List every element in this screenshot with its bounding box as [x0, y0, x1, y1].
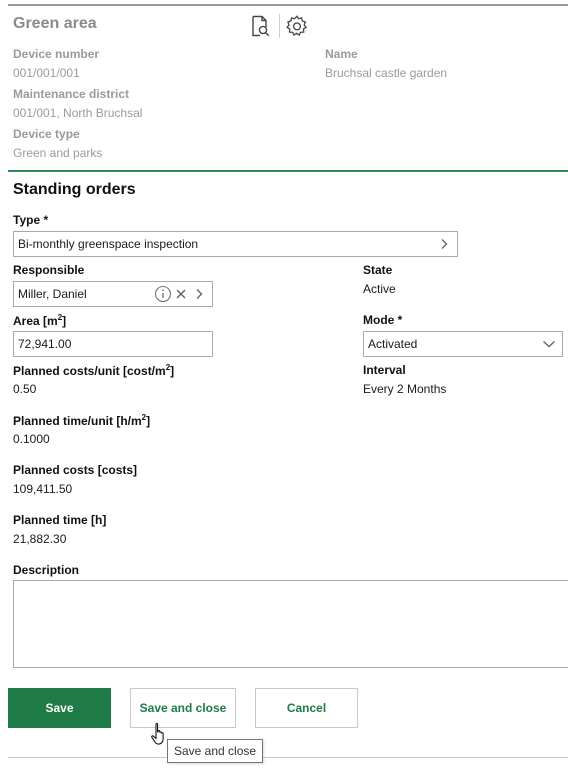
- chevron-right-icon[interactable]: [190, 285, 208, 303]
- type-label: Type *: [13, 213, 49, 227]
- area-value: 72,941.00: [18, 337, 72, 351]
- mode-select[interactable]: Activated: [363, 331, 563, 357]
- state-label: State: [363, 263, 393, 277]
- type-field[interactable]: Bi-monthly greenspace inspection: [13, 231, 458, 257]
- description-label: Description: [13, 563, 80, 577]
- responsible-value: Miller, Daniel: [18, 287, 87, 301]
- district-label: Maintenance district: [13, 87, 130, 101]
- name-value: Bruchsal castle garden: [325, 66, 448, 80]
- name-label: Name: [325, 47, 358, 61]
- hand-cursor-icon: [150, 722, 170, 746]
- tooltip: Save and close: [167, 739, 264, 763]
- info-icon[interactable]: [154, 285, 172, 303]
- state-value: Active: [363, 282, 396, 296]
- planned-costs-value: 109,411.50: [13, 482, 73, 496]
- interval-label: Interval: [363, 363, 406, 377]
- bottom-divider: [8, 757, 568, 758]
- responsible-field[interactable]: Miller, Daniel: [13, 281, 213, 307]
- document-search-icon[interactable]: [247, 13, 273, 39]
- mode-label: Mode *: [363, 313, 403, 327]
- area-label: Area [m2]: [13, 313, 67, 328]
- cancel-button[interactable]: Cancel: [255, 688, 358, 728]
- section-divider: [8, 170, 568, 172]
- page-title: Green area: [13, 15, 97, 32]
- clear-icon[interactable]: [172, 285, 190, 303]
- planned-time-label: Planned time [h]: [13, 513, 107, 527]
- header-toolbar: [247, 13, 310, 39]
- device-type-value: Green and parks: [13, 146, 103, 160]
- type-value: Bi-monthly greenspace inspection: [18, 237, 199, 251]
- chevron-down-icon[interactable]: [540, 335, 558, 353]
- planned-costs-unit-label: Planned costs/unit [cost/m2]: [13, 363, 175, 378]
- save-and-close-button[interactable]: Save and close: [130, 688, 236, 728]
- chevron-right-icon[interactable]: [435, 235, 453, 253]
- gear-icon[interactable]: [284, 13, 310, 39]
- device-number-value: 001/001/001: [13, 66, 80, 80]
- section-title: Standing orders: [13, 181, 136, 198]
- planned-costs-unit-value: 0.50: [13, 382, 37, 396]
- save-button[interactable]: Save: [8, 688, 111, 728]
- planned-time-unit-label: Planned time/unit [h/m2]: [13, 413, 151, 428]
- planned-costs-label: Planned costs [costs]: [13, 463, 138, 477]
- interval-value: Every 2 Months: [363, 382, 447, 396]
- toolbar-separator: [279, 14, 280, 38]
- mode-value: Activated: [368, 337, 418, 351]
- district-value: 001/001, North Bruchsal: [13, 106, 143, 120]
- planned-time-value: 21,882.30: [13, 532, 67, 546]
- device-type-label: Device type: [13, 127, 80, 141]
- planned-time-unit-value: 0.1000: [13, 432, 50, 446]
- responsible-label: Responsible: [13, 263, 85, 277]
- description-textarea[interactable]: [13, 580, 568, 668]
- area-input[interactable]: 72,941.00: [13, 331, 213, 357]
- device-number-label: Device number: [13, 47, 100, 61]
- top-divider: [8, 4, 568, 6]
